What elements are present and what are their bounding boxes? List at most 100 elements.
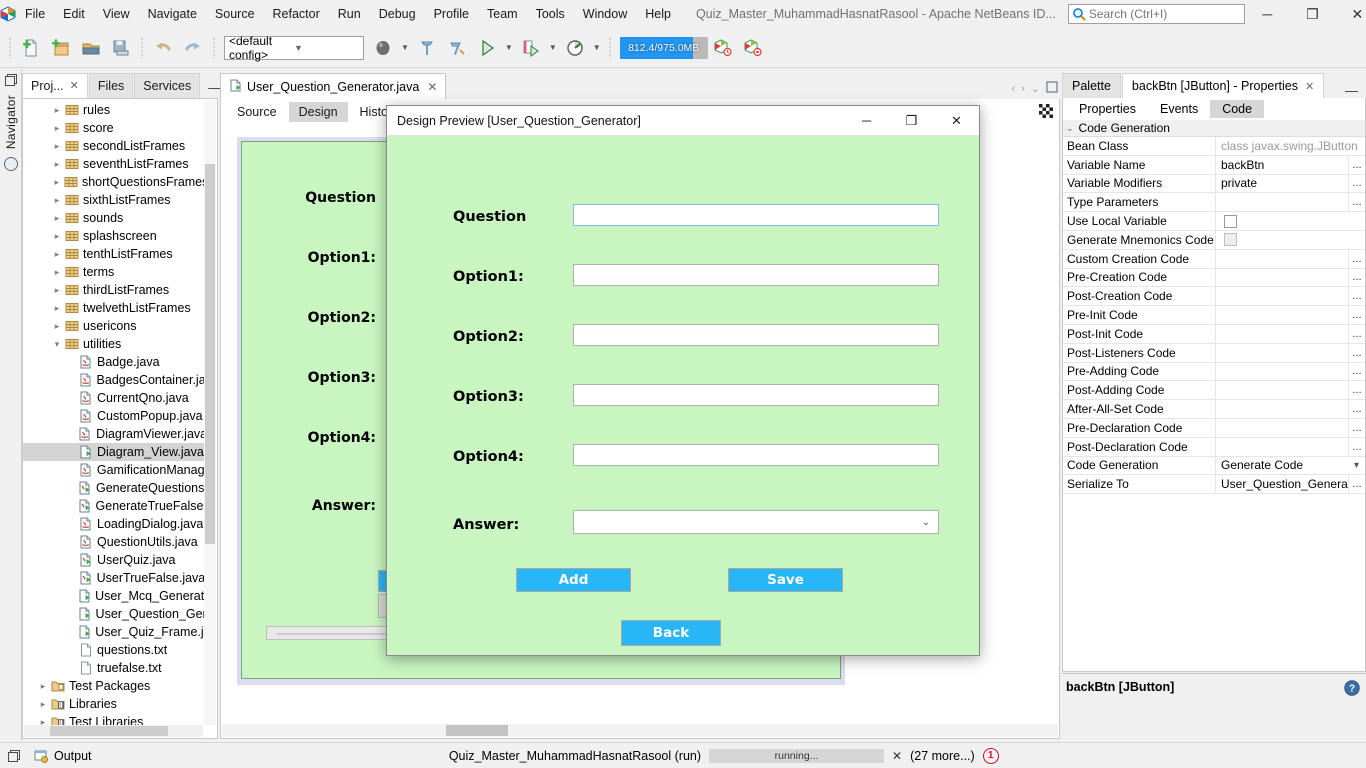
- tree-node[interactable]: truefalse.txt: [23, 659, 204, 677]
- save-all-button[interactable]: [106, 33, 136, 63]
- tree-node[interactable]: ▸ sixthListFrames: [23, 191, 204, 209]
- property-value[interactable]: User_Question_Genera...: [1215, 475, 1348, 494]
- property-row[interactable]: Generate Mnemonics Code: [1063, 230, 1365, 250]
- chevron-right-icon[interactable]: ▸: [51, 267, 63, 278]
- clean-project-button[interactable]: [442, 33, 472, 63]
- run-project-split[interactable]: ▼: [472, 33, 516, 63]
- subtab-properties[interactable]: Properties: [1067, 100, 1148, 118]
- tree-node[interactable]: LoadingDialog.java: [23, 515, 204, 533]
- project-tree-hscrollbar[interactable]: [24, 725, 203, 737]
- subtab-events[interactable]: Events: [1148, 100, 1210, 118]
- subtab-code[interactable]: Code: [1210, 100, 1265, 118]
- chevron-right-icon[interactable]: ▸: [51, 249, 63, 260]
- menu-profile[interactable]: Profile: [425, 4, 478, 24]
- help-icon[interactable]: ?: [1344, 680, 1360, 696]
- more-tasks-label[interactable]: (27 more...): [910, 749, 975, 763]
- chevron-right-icon[interactable]: ▸: [51, 195, 63, 206]
- property-row[interactable]: Post-Creation Code...: [1063, 287, 1365, 307]
- tree-node[interactable]: ▸ terms: [23, 263, 204, 281]
- menu-source[interactable]: Source: [206, 4, 264, 24]
- property-value[interactable]: [1215, 268, 1348, 287]
- tree-node[interactable]: User_Quiz_Frame.ja: [23, 623, 204, 641]
- property-editor-button[interactable]: ...: [1348, 268, 1365, 287]
- profile-project-split[interactable]: ▼: [560, 33, 604, 63]
- scroll-right-icon[interactable]: ›: [1021, 83, 1025, 95]
- tree-node[interactable]: CurrentQno.java: [23, 389, 204, 407]
- undo-button[interactable]: [148, 33, 178, 63]
- navigator-label[interactable]: Navigator: [4, 95, 18, 149]
- design-preview-dialog[interactable]: Design Preview [User_Question_Generator]…: [386, 105, 980, 656]
- dialog-option4-input[interactable]: [573, 444, 939, 466]
- property-editor-button[interactable]: ...: [1348, 174, 1365, 193]
- menu-run[interactable]: Run: [329, 4, 370, 24]
- tree-node[interactable]: GamificationManag: [23, 461, 204, 479]
- property-row[interactable]: Pre-Adding Code...: [1063, 362, 1365, 382]
- property-row[interactable]: Variable Name backBtn...: [1063, 155, 1365, 175]
- property-row[interactable]: Code Generation Generate Code ▾: [1063, 456, 1365, 476]
- dialog-save-button[interactable]: Save: [728, 568, 843, 592]
- close-icon[interactable]: ✕: [427, 80, 437, 94]
- menu-edit[interactable]: Edit: [54, 4, 94, 24]
- tree-node[interactable]: ▾ utilities: [23, 335, 204, 353]
- property-value[interactable]: [1215, 324, 1348, 343]
- property-editor-button[interactable]: ...: [1348, 306, 1365, 324]
- scrollbar-thumb[interactable]: [446, 725, 508, 736]
- tree-node[interactable]: UserQuiz.java: [23, 551, 204, 569]
- profile-attach-button[interactable]: [738, 33, 768, 63]
- tree-node[interactable]: CustomPopup.java: [23, 407, 204, 425]
- tree-node[interactable]: ▸ rules: [23, 101, 204, 119]
- window-minimize-button[interactable]: ─: [1245, 0, 1290, 28]
- property-value[interactable]: [1215, 362, 1348, 381]
- chevron-right-icon[interactable]: ▸: [51, 213, 63, 224]
- property-editor-button[interactable]: ...: [1348, 400, 1365, 418]
- chevron-right-icon[interactable]: ▸: [51, 141, 63, 152]
- tab-source[interactable]: Source: [227, 102, 287, 122]
- menu-view[interactable]: View: [94, 4, 139, 24]
- profile-project-button[interactable]: [560, 33, 590, 63]
- property-value[interactable]: [1215, 287, 1348, 306]
- build-project-button[interactable]: [368, 33, 398, 63]
- property-value[interactable]: [1215, 212, 1365, 230]
- properties-list[interactable]: ⌄ Code Generation Bean Class class javax.…: [1062, 120, 1366, 672]
- property-value[interactable]: [1215, 381, 1348, 400]
- tree-node[interactable]: ▸ sounds: [23, 209, 204, 227]
- dialog-answer-select[interactable]: ⌄: [573, 510, 939, 534]
- dialog-maximize-button[interactable]: ❐: [889, 106, 934, 136]
- tree-node[interactable]: Badge.java: [23, 353, 204, 371]
- tab-palette[interactable]: Palette: [1062, 73, 1121, 98]
- property-row[interactable]: Bean Class class javax.swing.JButton: [1063, 137, 1365, 156]
- tree-node[interactable]: ▸ tenthListFrames: [23, 245, 204, 263]
- tree-node[interactable]: questions.txt: [23, 641, 204, 659]
- tab-files[interactable]: Files: [88, 73, 134, 98]
- tree-node[interactable]: ▸ splashscreen: [23, 227, 204, 245]
- property-checkbox[interactable]: [1224, 233, 1237, 247]
- menu-refactor[interactable]: Refactor: [264, 4, 329, 24]
- project-config-combo[interactable]: <default config> ▼: [224, 34, 364, 62]
- tree-node[interactable]: UserTrueFalse.java: [23, 569, 204, 587]
- cancel-task-button[interactable]: ✕: [892, 749, 902, 763]
- tab-projects[interactable]: Proj... ✕: [22, 73, 88, 98]
- dialog-add-button[interactable]: Add: [516, 568, 631, 592]
- scroll-left-icon[interactable]: ‹: [1011, 83, 1015, 95]
- property-editor-button[interactable]: ...: [1348, 155, 1365, 174]
- tree-node[interactable]: ▸ thirdListFrames: [23, 281, 204, 299]
- property-editor-button[interactable]: ...: [1348, 249, 1365, 268]
- maximize-editor-icon[interactable]: [1046, 81, 1058, 96]
- property-editor-button[interactable]: ...: [1348, 324, 1365, 343]
- tree-node[interactable]: ▸ secondListFrames: [23, 137, 204, 155]
- build-project-split[interactable]: ▼: [368, 33, 412, 63]
- dialog-option2-input[interactable]: [573, 324, 939, 346]
- property-editor-button[interactable]: ...: [1348, 381, 1365, 400]
- debug-project-split[interactable]: ▼: [516, 33, 560, 63]
- tree-node[interactable]: DiagramViewer.java: [23, 425, 204, 443]
- property-value[interactable]: private: [1215, 174, 1348, 193]
- menu-file[interactable]: File: [16, 4, 54, 24]
- tree-node[interactable]: ▸ Libraries: [23, 695, 204, 713]
- property-value[interactable]: [1215, 437, 1348, 456]
- window-close-button[interactable]: ✕: [1335, 0, 1366, 28]
- property-value[interactable]: backBtn: [1215, 155, 1348, 174]
- property-group-code-generation[interactable]: ⌄ Code Generation: [1063, 120, 1365, 137]
- property-value[interactable]: [1215, 343, 1348, 362]
- dialog-back-button[interactable]: Back: [621, 620, 721, 646]
- project-tree-vscrollbar[interactable]: [204, 100, 216, 725]
